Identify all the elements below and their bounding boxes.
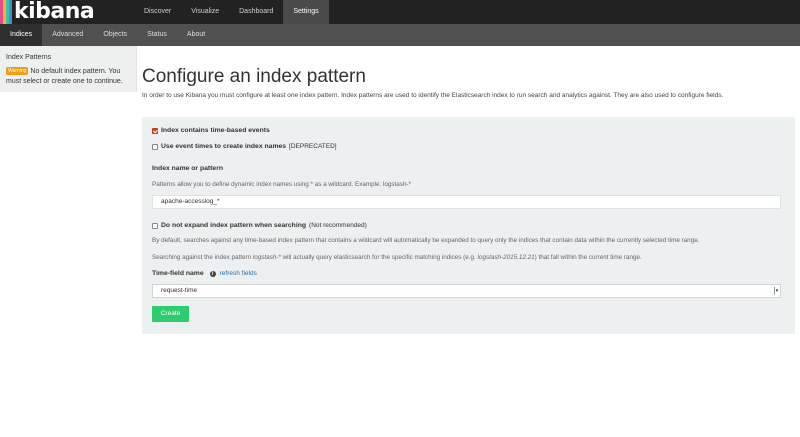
time-field-selected: request-time — [161, 287, 198, 294]
time-based-checkbox[interactable] — [152, 127, 158, 134]
search-help-example: logstash-2015.12.21 — [477, 254, 535, 261]
search-help-pattern: logstash-* — [252, 254, 281, 261]
search-help-part3: ) that fall within the current time rang… — [534, 254, 642, 261]
index-pattern-form: Index contains time-based events Use eve… — [142, 117, 795, 334]
index-patterns-sidebar: Index Patterns Warning No default index … — [0, 46, 137, 92]
tab-status[interactable]: Status — [137, 24, 177, 46]
tab-about[interactable]: About — [177, 24, 215, 46]
tab-advanced[interactable]: Advanced — [42, 24, 93, 46]
sidebar-warning: Warning No default index pattern. You mu… — [6, 67, 134, 87]
top-navbar: kibana Discover Visualize Dashboard Sett… — [0, 0, 800, 24]
nav-dashboard[interactable]: Dashboard — [229, 0, 283, 24]
settings-subnav: Indices Advanced Objects Status About — [0, 24, 800, 46]
warning-badge: Warning — [6, 67, 29, 75]
nav-settings[interactable]: Settings — [283, 0, 329, 24]
time-field-label: Time-field name — [152, 270, 204, 277]
nav-visualize[interactable]: Visualize — [181, 0, 229, 24]
time-based-label: Index contains time-based events — [161, 127, 270, 134]
nav-discover[interactable]: Discover — [134, 0, 181, 24]
deprecated-tag: [DEPRECATED] — [289, 143, 337, 150]
time-based-option[interactable]: Index contains time-based events — [152, 127, 270, 134]
logo-text: kibana — [14, 0, 95, 24]
index-name-input[interactable]: apache-accesslog_* — [152, 195, 781, 209]
sidebar-title: Index Patterns — [6, 54, 52, 61]
info-icon[interactable]: i — [209, 270, 216, 277]
main-nav: Discover Visualize Dashboard Settings — [134, 0, 329, 24]
index-name-help: Patterns allow you to define dynamic ind… — [152, 181, 412, 188]
time-field-select[interactable]: request-time ▾ — [152, 284, 781, 298]
tab-indices[interactable]: Indices — [0, 24, 43, 46]
event-times-label: Use event times to create index names — [161, 143, 287, 150]
search-help-part1: Searching against the index pattern — [152, 254, 252, 261]
not-recommended-tag: (Not recommended) — [309, 222, 367, 229]
kibana-logo[interactable]: kibana — [0, 0, 132, 24]
chevron-down-icon[interactable]: ▾ — [774, 287, 779, 295]
page-title: Configure an index pattern — [142, 66, 366, 87]
create-button[interactable]: Create — [152, 306, 189, 322]
no-expand-option[interactable]: Do not expand index pattern when searchi… — [152, 222, 367, 229]
no-expand-label: Do not expand index pattern when searchi… — [161, 222, 307, 229]
event-times-checkbox[interactable] — [152, 143, 158, 150]
logo-stripe — [9, 0, 12, 24]
logo-stripes — [0, 0, 12, 24]
no-expand-checkbox[interactable] — [152, 222, 158, 229]
refresh-fields-link[interactable]: refresh fields — [220, 270, 257, 277]
search-help-part2: will actually query elasticsearch for th… — [282, 254, 476, 261]
index-name-label: Index name or pattern — [152, 165, 224, 172]
search-help: Searching against the index pattern logs… — [152, 254, 642, 261]
time-field-header: Time-field name i refresh fields — [152, 270, 257, 277]
tab-objects[interactable]: Objects — [93, 24, 137, 46]
expand-help: By default, searches against any time-ba… — [152, 237, 700, 244]
intro-text: In order to use Kibana you must configur… — [142, 92, 724, 99]
event-times-option[interactable]: Use event times to create index names [D… — [152, 143, 337, 150]
